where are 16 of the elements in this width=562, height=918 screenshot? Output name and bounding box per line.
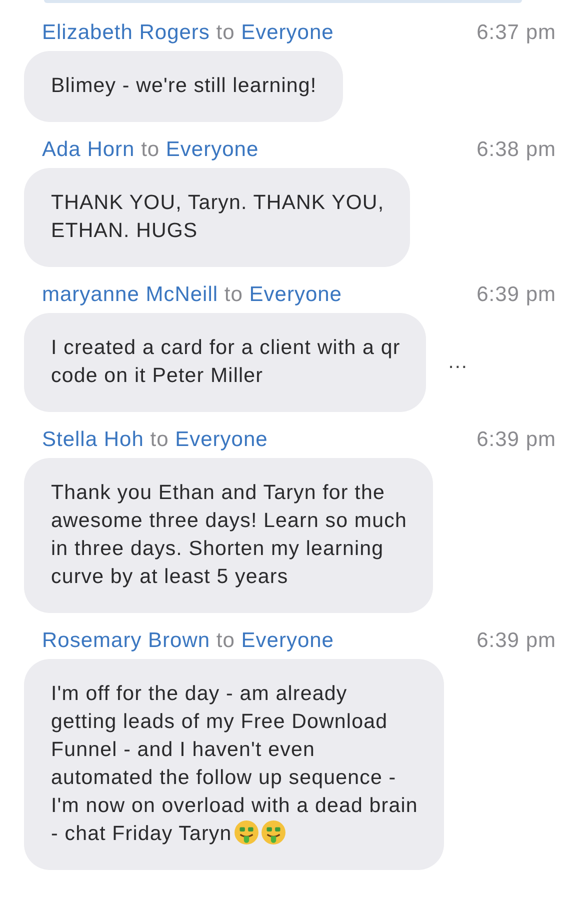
message-sender-line: maryanne McNeill to Everyone [42,283,342,307]
message-time: 6:39 pm [476,629,556,653]
message-bubble: Blimey - we're still learning! [24,51,343,122]
message-bubble: I created a card for a client with a qr code on it Peter Miller [24,313,426,412]
message-time: 6:38 pm [476,138,556,162]
message-sender-line: Rosemary Brown to Everyone [42,629,334,653]
message-time: 6:39 pm [476,283,556,307]
more-options-button[interactable]: ... [448,351,468,374]
message-bubble: Thank you Ethan and Taryn for the awesome three days! Learn so much in three days. Shorten my learning curve by at least 5 years [24,458,433,613]
message-sender-line: Elizabeth Rogers to Everyone [42,21,334,45]
message-bubble: THANK YOU, Taryn. THANK YOU, ETHAN. HUGS [24,168,410,267]
message-time: 6:39 pm [476,428,556,452]
message-bubble: I'm off for the day - am already getting leads of my Free Download Funnel - and I haven't even automated the follow up sequence - I'm now on overload with a dead brain - chat Friday Taryn [24,659,444,870]
message-sender-line: Stella Hoh to Everyone [42,428,268,452]
message-time: 6:37 pm [476,21,556,45]
message-sender-line: Ada Horn to Everyone [42,138,259,162]
